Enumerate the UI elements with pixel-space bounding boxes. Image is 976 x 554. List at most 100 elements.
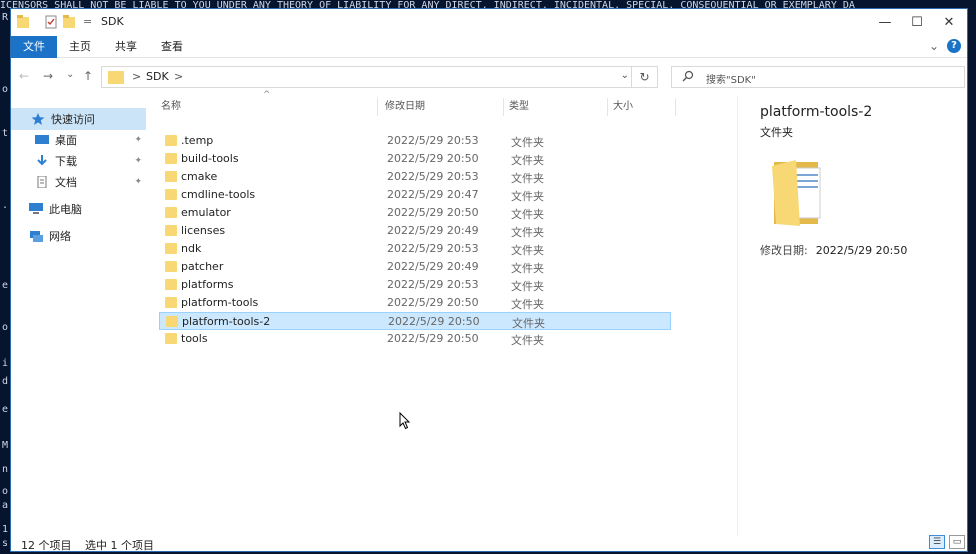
search-icon: [682, 70, 694, 82]
path-segment-sdk[interactable]: SDK: [146, 70, 169, 83]
file-row[interactable]: ndk 2022/5/29 20:53 文件夹: [159, 240, 671, 258]
path-separator-icon[interactable]: >: [132, 70, 141, 83]
address-folder-icon: [108, 71, 124, 84]
file-name: build-tools: [181, 152, 239, 165]
terminal-char: t: [1, 128, 9, 139]
sidebar-item-downloads[interactable]: 下载 ✦: [11, 150, 146, 172]
file-row[interactable]: .temp 2022/5/29 20:53 文件夹: [159, 132, 671, 150]
file-type: 文件夹: [511, 136, 544, 149]
close-button[interactable]: ✕: [933, 9, 965, 36]
folder-icon: [165, 243, 177, 254]
column-header-name[interactable]: 名称: [161, 96, 181, 118]
new-folder-icon[interactable]: [63, 15, 75, 29]
folder-app-icon: [17, 15, 29, 28]
file-type: 文件夹: [511, 226, 544, 239]
terminal-char: e: [1, 404, 9, 415]
document-icon: [37, 176, 47, 188]
tab-home[interactable]: 主页: [57, 36, 103, 58]
folder-icon: [165, 333, 177, 344]
sidebar-item-label: 网络: [49, 230, 71, 243]
file-row[interactable]: cmdline-tools 2022/5/29 20:47 文件夹: [159, 186, 671, 204]
terminal-char: .: [1, 200, 9, 211]
help-icon[interactable]: ?: [947, 39, 961, 53]
sidebar-item-label: 桌面: [55, 134, 77, 147]
maximize-button[interactable]: ☐: [901, 9, 933, 36]
file-date: 2022/5/29 20:49: [387, 260, 479, 273]
details-view-icon[interactable]: ☰: [929, 535, 945, 549]
file-row[interactable]: tools 2022/5/29 20:50 文件夹: [159, 330, 671, 348]
minimize-button[interactable]: —: [869, 9, 901, 36]
file-name: platform-tools: [181, 296, 259, 309]
file-row[interactable]: platforms 2022/5/29 20:53 文件夹: [159, 276, 671, 294]
sort-ascending-icon: ^: [263, 90, 271, 100]
folder-icon: [165, 189, 177, 200]
refresh-icon[interactable]: ↻: [631, 66, 658, 88]
sidebar-item-network[interactable]: 网络: [11, 225, 146, 247]
sidebar-item-this-pc[interactable]: 此电脑: [11, 198, 146, 220]
tab-share[interactable]: 共享: [103, 36, 149, 58]
file-date: 2022/5/29 20:53: [387, 278, 479, 291]
pin-icon[interactable]: ✦: [134, 156, 142, 166]
pin-icon[interactable]: ✦: [134, 135, 142, 145]
file-row[interactable]: patcher 2022/5/29 20:49 文件夹: [159, 258, 671, 276]
file-type: 文件夹: [511, 208, 544, 221]
navigation-pane: 快速访问 桌面 ✦ 下载 ✦ 文档 ✦ 此电脑 网络: [11, 96, 146, 536]
column-header-date[interactable]: 修改日期: [385, 96, 425, 118]
terminal-char: n: [1, 464, 9, 475]
file-row[interactable]: emulator 2022/5/29 20:50 文件夹: [159, 204, 671, 222]
forward-arrow-icon[interactable]: →: [43, 69, 53, 83]
selected-count: 选中 1 个项目: [85, 539, 154, 552]
terminal-char: a: [1, 500, 9, 511]
quick-access-dropdown[interactable]: =: [83, 15, 92, 28]
terminal-char: 1: [1, 524, 9, 535]
file-row[interactable]: platform-tools 2022/5/29 20:50 文件夹: [159, 294, 671, 312]
folder-icon: [165, 279, 177, 290]
file-name: patcher: [181, 260, 224, 273]
up-arrow-icon[interactable]: ↑: [83, 69, 93, 83]
file-type: 文件夹: [511, 154, 544, 167]
file-type: 文件夹: [511, 190, 544, 203]
column-header-type[interactable]: 类型: [509, 96, 529, 118]
folder-icon: [165, 153, 177, 164]
file-row[interactable]: licenses 2022/5/29 20:49 文件夹: [159, 222, 671, 240]
expand-ribbon-icon[interactable]: ⌄: [929, 39, 939, 53]
tab-file[interactable]: 文件: [11, 36, 57, 58]
item-count: 12 个项目: [21, 539, 72, 552]
preview-title: platform-tools-2: [760, 104, 873, 120]
address-dropdown-icon[interactable]: ⌄: [621, 70, 629, 81]
properties-icon[interactable]: [45, 15, 57, 29]
file-name: ndk: [181, 242, 202, 255]
address-bar[interactable]: > SDK > ⌄ ↻: [101, 66, 658, 88]
column-divider: [503, 98, 504, 116]
sidebar-item-desktop[interactable]: 桌面 ✦: [11, 129, 146, 151]
status-bar: 12 个项目 选中 1 个项目 ☰ ▭: [11, 535, 967, 553]
ribbon-tabs: 文件 主页 共享 查看 ⌄ ?: [11, 36, 967, 58]
back-arrow-icon[interactable]: ←: [19, 69, 29, 83]
network-icon: [30, 231, 43, 242]
large-icons-view-icon[interactable]: ▭: [949, 535, 965, 549]
file-date: 2022/5/29 20:50: [387, 152, 479, 165]
file-name: tools: [181, 332, 208, 345]
sidebar-item-label: 快速访问: [51, 113, 95, 126]
recent-locations-icon[interactable]: ⌄: [66, 69, 74, 80]
title-bar[interactable]: = SDK — ☐ ✕: [11, 9, 967, 36]
file-row[interactable]: cmake 2022/5/29 20:53 文件夹: [159, 168, 671, 186]
search-input[interactable]: 搜索"SDK": [706, 71, 756, 86]
sidebar-item-documents[interactable]: 文档 ✦: [11, 171, 146, 193]
path-separator-icon[interactable]: >: [174, 70, 183, 83]
file-name: cmdline-tools: [181, 188, 256, 201]
file-name: emulator: [181, 206, 231, 219]
desktop-icon: [35, 135, 49, 144]
file-type: 文件夹: [511, 280, 544, 293]
file-row[interactable]: platform-tools-2 2022/5/29 20:50 文件夹: [159, 312, 671, 330]
file-date: 2022/5/29 20:49: [387, 224, 479, 237]
terminal-char: d: [1, 376, 9, 387]
tab-view[interactable]: 查看: [149, 36, 195, 58]
file-row[interactable]: build-tools 2022/5/29 20:50 文件夹: [159, 150, 671, 168]
file-date: 2022/5/29 20:47: [387, 188, 479, 201]
search-box[interactable]: 搜索"SDK": [671, 66, 965, 88]
pin-icon[interactable]: ✦: [134, 177, 142, 187]
sidebar-item-quick-access[interactable]: 快速访问: [11, 108, 146, 130]
column-header-size[interactable]: 大小: [613, 96, 633, 118]
file-date: 2022/5/29 20:53: [387, 134, 479, 147]
